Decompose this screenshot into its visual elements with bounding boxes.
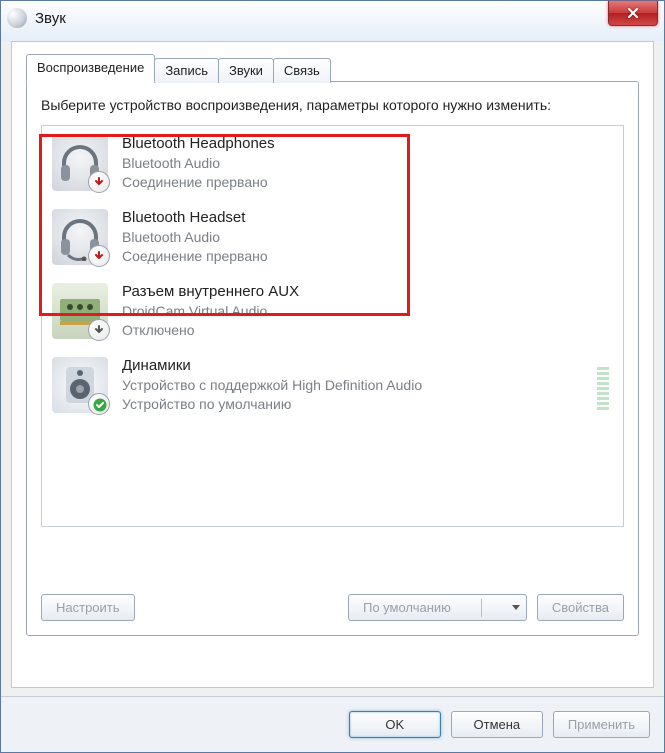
button-label: По умолчанию [363,600,451,615]
status-badge-default-icon [88,393,110,415]
status-badge-disabled-icon [88,319,110,341]
tab-sounds[interactable]: Звуки [218,58,274,83]
device-name: Разъем внутреннего AUX [122,282,299,302]
device-list[interactable]: Bluetooth Headphones Bluetooth Audio Сое… [41,125,624,527]
device-text: Разъем внутреннего AUX DroidCam Virtual … [122,282,299,340]
headphones-icon [52,135,108,191]
button-label: Отмена [474,717,521,732]
device-item[interactable]: Динамики Устройство с поддержкой High De… [42,348,623,422]
device-status: Соединение прервано [122,247,268,266]
close-button[interactable] [608,1,658,26]
device-text: Bluetooth Headset Bluetooth Audio Соедин… [122,208,268,266]
device-sub: Устройство с поддержкой High Definition … [122,376,422,395]
device-text: Bluetooth Headphones Bluetooth Audio Сое… [122,134,275,192]
tab-label: Воспроизведение [37,60,144,75]
tab-recording[interactable]: Запись [154,58,219,83]
device-text: Динамики Устройство с поддержкой High De… [122,356,422,414]
window-title: Звук [35,10,66,27]
device-item[interactable]: Bluetooth Headphones Bluetooth Audio Сое… [42,126,623,200]
ok-button[interactable]: OK [349,711,441,738]
headset-icon [52,209,108,265]
device-item[interactable]: Разъем внутреннего AUX DroidCam Virtual … [42,274,623,348]
properties-button[interactable]: Свойства [537,594,624,621]
device-status: Соединение прервано [122,173,275,192]
device-status: Устройство по умолчанию [122,395,422,414]
device-sub: Bluetooth Audio [122,228,268,247]
tab-row: Воспроизведение Запись Звуки Связь [26,56,639,82]
status-badge-disconnected-icon [88,245,110,267]
sound-window: Звук Воспроизведение Запись Звуки Связь … [0,0,665,753]
button-label: Настроить [56,600,120,615]
button-label: Свойства [552,600,609,615]
apply-button[interactable]: Применить [553,711,650,738]
vu-meter [597,360,613,410]
client-area: Воспроизведение Запись Звуки Связь Выбер… [11,41,654,688]
tab-label: Запись [165,63,208,78]
configure-button[interactable]: Настроить [41,594,135,621]
titlebar: Звук [1,1,664,35]
button-label: OK [385,717,404,732]
set-default-button[interactable]: По умолчанию [348,594,527,621]
sound-app-icon [7,8,27,28]
status-badge-disconnected-icon [88,171,110,193]
tab-playback[interactable]: Воспроизведение [26,54,155,82]
device-item[interactable]: Bluetooth Headset Bluetooth Audio Соедин… [42,200,623,274]
tab-communications[interactable]: Связь [273,58,331,83]
device-name: Динамики [122,356,422,376]
tab-label: Связь [284,63,320,78]
chevron-down-icon [512,605,520,610]
cancel-button[interactable]: Отмена [451,711,543,738]
close-icon [627,7,639,19]
device-status: Отключено [122,321,299,340]
tab-page-playback: Выберите устройство воспроизведения, пар… [26,81,639,636]
speaker-icon [52,357,108,413]
device-sub: Bluetooth Audio [122,154,275,173]
device-name: Bluetooth Headphones [122,134,275,154]
device-name: Bluetooth Headset [122,208,268,228]
tab-label: Звуки [229,63,263,78]
device-button-row: Настроить По умолчанию Свойства [41,594,624,621]
split-separator [481,599,482,617]
device-sub: DroidCam Virtual Audio [122,302,299,321]
sound-card-icon [52,283,108,339]
button-label: Применить [568,717,635,732]
instruction-text: Выберите устройство воспроизведения, пар… [41,96,624,115]
dialog-footer: OK Отмена Применить [1,696,664,752]
